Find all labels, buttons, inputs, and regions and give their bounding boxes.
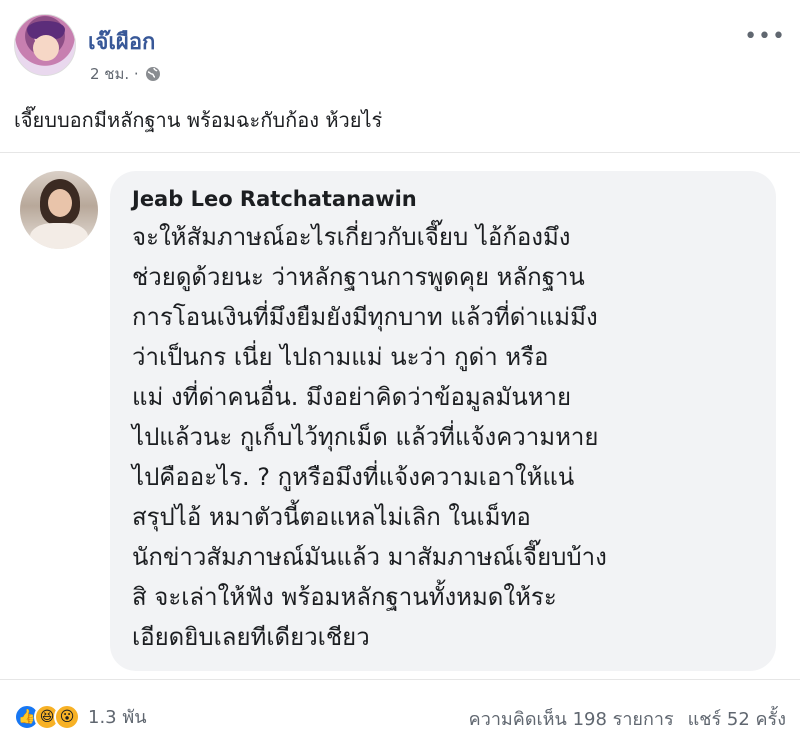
comment-count[interactable]: ความคิดเห็น 198 รายการ (469, 704, 674, 733)
author-avatar[interactable] (14, 14, 76, 76)
comment-line: แม่ งที่ด่าคนอื่น. มึงอย่าคิดว่าข้อมูลมั… (132, 383, 572, 411)
post-caption: เจี๊ยบบอกมีหลักฐาน พร้อมฉะกับก้อง ห้วยไร… (14, 108, 383, 132)
comment-line: การโอนเงินที่มึงยืมยังมีทุกบาท แล้วที่ด่… (132, 303, 598, 331)
wow-icon: 😮 (54, 703, 80, 730)
comment-line: ช่วยดูด้วยนะ ว่าหลักฐานการพูดคุย หลักฐาน (132, 263, 585, 291)
comment-line: สรุปไอ้ หมาตัวนี้ตอแหลไม่เลิก ในเม็ทอ (132, 503, 531, 531)
post-time[interactable]: 2 ชม. · (90, 62, 139, 86)
avatar-face (48, 189, 72, 217)
avatar-face (33, 35, 59, 61)
author-name[interactable]: เจ๊เผือก (88, 24, 155, 59)
shared-comment-screenshot: Jeab Leo Ratchatanawin จะให้สัมภาษณ์อะไร… (0, 152, 800, 680)
post-footer: 👍 😆 😮 1.3 พัน ความคิดเห็น 198 รายการ แชร… (0, 692, 800, 742)
share-count[interactable]: แชร์ 52 ครั้ง (688, 704, 786, 733)
reaction-count[interactable]: 1.3 พัน (88, 702, 147, 731)
globe-icon (145, 66, 161, 82)
avatar-shoulders (30, 223, 88, 249)
reactions-summary[interactable]: 👍 😆 😮 1.3 พัน (14, 702, 147, 731)
more-options-icon[interactable]: ••• (744, 24, 786, 49)
post-header: เจ๊เผือก 2 ชม. · ••• (14, 14, 786, 86)
commenter-name: Jeab Leo Ratchatanawin (132, 187, 417, 211)
comment-line: ไปแล้วนะ กูเก็บไว้ทุกเม็ด แล้วที่แจ้งควา… (132, 423, 599, 451)
comment-line: ไปคืออะไร. ? กูหรือมึงที่แจ้งความเอาให้แ… (132, 463, 575, 491)
post-stats: ความคิดเห็น 198 รายการ แชร์ 52 ครั้ง (469, 704, 786, 733)
comment-line: เอียดยิบเลยทีเดียวเชียว (132, 623, 370, 651)
commenter-avatar (20, 171, 98, 249)
post-meta: 2 ชม. · (90, 62, 161, 86)
comment-line: ว่าเป็นกร เนี่ย ไปถามแม่ นะว่า กูด่า หรื… (132, 343, 549, 371)
comment-line: สิ จะเล่าให้ฟัง พร้อมหลักฐานทั้งหมดให้ระ (132, 583, 557, 611)
comment-bubble: Jeab Leo Ratchatanawin จะให้สัมภาษณ์อะไร… (110, 171, 776, 671)
comment-line: นักข่าวสัมภาษณ์มันแล้ว มาสัมภาษณ์เจี๊ยบบ… (132, 543, 607, 571)
comment-line: จะให้สัมภาษณ์อะไรเกี่ยวกับเจี๊ยบ ไอ้ก้อง… (132, 223, 571, 251)
